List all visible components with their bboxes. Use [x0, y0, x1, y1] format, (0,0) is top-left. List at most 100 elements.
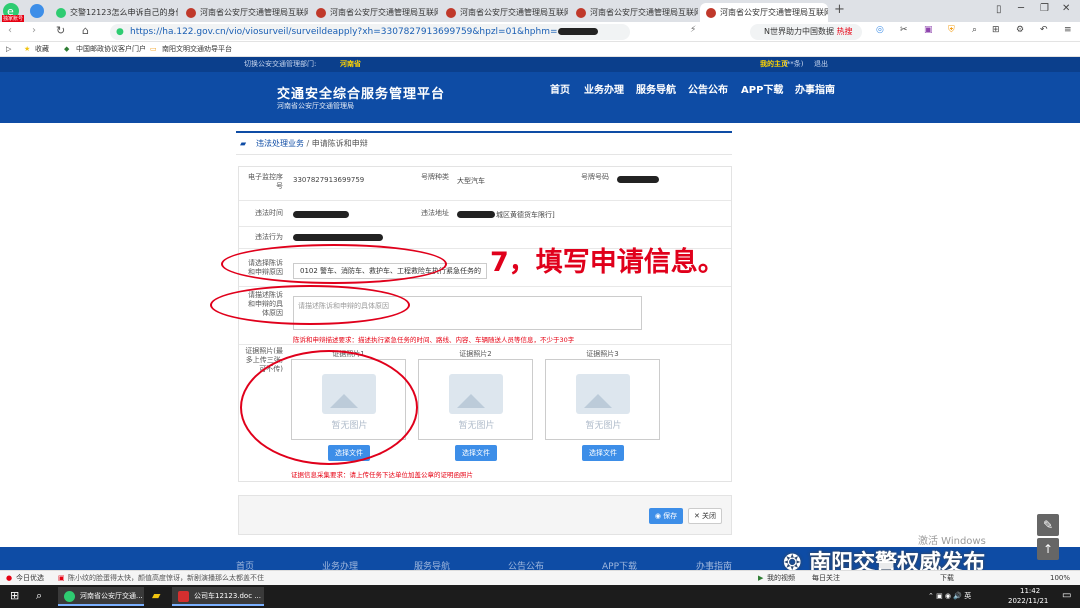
tab-5[interactable]: 河南省公安厅交通管理局互联网	[570, 3, 698, 22]
photo-3-preview: 暂无图片	[545, 359, 660, 440]
clock-time[interactable]: 11:42	[1020, 587, 1040, 595]
tab-favicon	[576, 7, 586, 18]
clock-date[interactable]: 2022/11/21	[1008, 597, 1048, 605]
sidebar-toggle-icon[interactable]: ▷	[6, 42, 11, 57]
photo-hint: 证据信息采集要求：请上传任务下达单位加盖公章的证明函照片	[291, 471, 473, 479]
search-box[interactable]: N世界助力中国数据 热搜	[750, 24, 862, 40]
logout-link[interactable]: 退出	[814, 57, 828, 72]
windows-start-icon[interactable]: ⊞	[10, 589, 19, 602]
tab-list-icon[interactable]: ▯	[996, 4, 1002, 15]
feedback-edit-icon[interactable]: ✎	[1037, 514, 1059, 536]
tab-group-icon[interactable]	[30, 4, 44, 18]
close-button[interactable]: ✕ 关闭	[688, 508, 722, 524]
status-left-text[interactable]: 今日优选	[16, 571, 44, 585]
tab-label: 交警12123怎么申诉自己的身份	[70, 8, 178, 17]
photo-2-caption: 证据照片2	[459, 350, 492, 358]
plate-no-label: 号牌号码	[581, 173, 609, 181]
surveil-no-label: 电子监控序号	[248, 173, 283, 190]
settings-icon[interactable]: ⚙	[1016, 25, 1024, 35]
tab-3[interactable]: 河南省公安厅交通管理局互联网	[310, 3, 438, 22]
translate-icon[interactable]: ◎	[876, 25, 884, 35]
tab-label: 河南省公安厅交通管理局互联网	[460, 8, 568, 17]
file-explorer-icon[interactable]: ▰	[152, 589, 160, 602]
vio-act-label: 违法行为	[255, 233, 283, 241]
save-button[interactable]: ◉ 保存	[649, 508, 683, 524]
status-news[interactable]: 陈小纹的脸蛋得太快，颜值高度惊讶，新剧演播那么太都盖不住	[68, 571, 264, 585]
bookmarks-bar: ▷ ★ 收藏 ◆ 中国邮政协议客户门户 ▭ 南阳文明交通劝导平台	[0, 42, 1080, 57]
photo-2-choose-button[interactable]: 选择文件	[455, 445, 497, 461]
maximize-icon[interactable]: ❐	[1040, 3, 1049, 14]
forward-icon[interactable]: ›	[32, 25, 36, 36]
grid-icon[interactable]: ⊞	[992, 25, 1000, 35]
bookmark-favorites[interactable]: 收藏	[35, 42, 49, 57]
back-to-top-icon[interactable]: ↑	[1037, 538, 1059, 560]
minimize-icon[interactable]: ─	[1018, 3, 1024, 14]
tab-4[interactable]: 河南省公安厅交通管理局互联网	[440, 3, 568, 22]
taskbar-browser[interactable]: 河南省公安厅交通...	[58, 587, 144, 606]
notification-icon[interactable]: ▭	[1062, 590, 1071, 601]
browser-tab-bar: e 独家账号 交警12123怎么申诉自己的身份 河南省公安厅交通管理局互联网 河…	[0, 0, 1080, 22]
tab-6-active[interactable]: 河南省公安厅交通管理局互联网✕	[700, 3, 828, 22]
menu-icon[interactable]: ≡	[1064, 25, 1072, 35]
switch-dept-label: 切换公安交通管理部门:	[244, 60, 317, 68]
apps-icon[interactable]: ▣	[924, 25, 933, 35]
back-icon[interactable]: ‹	[8, 25, 12, 36]
search-icon[interactable]: ⌕	[972, 25, 977, 35]
nav-app-download[interactable]: APP下载	[741, 81, 783, 96]
redacted-plate	[557, 28, 598, 35]
surveil-no-value: 3307827913699759	[293, 176, 365, 184]
nav-guide[interactable]: 办事指南	[795, 81, 835, 96]
taskbar-task-label: 河南省公安厅交通...	[80, 592, 143, 600]
save-label: 保存	[663, 512, 678, 520]
status-follow[interactable]: 每日关注	[812, 571, 840, 585]
status-zoom[interactable]: 100%	[1050, 571, 1070, 585]
tab-1[interactable]: 交警12123怎么申诉自己的身份	[50, 3, 178, 22]
annotation-step-text: 7，填写申请信息。	[490, 247, 725, 278]
nav-service-guide[interactable]: 服务导航	[636, 81, 676, 96]
site-header: 切换公安交通管理部门: 河南省 我的主页 (**条) 退出 交通安全综合服务管理…	[0, 57, 1080, 123]
lock-icon: ●	[116, 27, 124, 37]
nav-home[interactable]: 首页	[550, 81, 570, 96]
bookmark-nanyang[interactable]: 南阳文明交通劝导平台	[162, 42, 232, 57]
address-toolbar: ‹ › ↻ ⌂ ● https://ha.122.gov.cn/vio/vios…	[0, 22, 1080, 42]
tab-label: 河南省公安厅交通管理局互联网	[590, 8, 698, 17]
undo-icon[interactable]: ↶	[1040, 25, 1048, 35]
tab-label: 河南省公安厅交通管理局互联网	[200, 8, 308, 17]
close-window-icon[interactable]: ✕	[1062, 3, 1070, 14]
reload-icon[interactable]: ↻	[56, 24, 65, 37]
image-placeholder-icon	[576, 374, 630, 414]
taskbar-wps[interactable]: 公司车12123.doc ...	[172, 587, 264, 606]
home-icon[interactable]: ⌂	[82, 24, 89, 37]
redacted-act	[293, 234, 383, 241]
region-switch-link[interactable]: 河南省	[340, 57, 361, 72]
nav-business[interactable]: 业务办理	[584, 81, 624, 96]
shield-icon[interactable]: ⛨	[948, 25, 955, 35]
photo-3-choose-button[interactable]: 选择文件	[582, 445, 624, 461]
photo-2-preview: 暂无图片	[418, 359, 533, 440]
nav-announcements[interactable]: 公告公布	[688, 81, 728, 96]
detail-hint: 陈诉和申辩描述要求：描述执行紧急任务的时间、路线、内容、车辆随送人员等信息，不少…	[293, 336, 575, 344]
annotation-ellipse-reason	[221, 244, 447, 284]
scissors-icon[interactable]: ✂	[900, 25, 908, 35]
tab-label: 河南省公安厅交通管理局互联网	[330, 8, 438, 17]
status-download[interactable]: 下载	[940, 571, 954, 585]
form-actions: ◉ 保存 ✕ 关闭	[238, 495, 732, 535]
browser-status-bar: ● 今日优选 ▣ 陈小纹的脸蛋得太快，颜值高度惊讶，新剧演播那么太都盖不住 ▶ …	[0, 570, 1080, 585]
site-subtitle: 河南省公安厅交通管理局	[277, 102, 354, 110]
bookmark-post[interactable]: 中国邮政协议客户门户	[76, 42, 146, 57]
status-dot-icon: ●	[6, 574, 13, 582]
browser-badge: 独家账号	[2, 15, 25, 22]
breadcrumb-section[interactable]: 违法处理业务	[256, 139, 304, 148]
vio-place-label: 违法地址	[421, 209, 449, 217]
tab-2[interactable]: 河南省公安厅交通管理局互联网	[180, 3, 308, 22]
status-video[interactable]: 我的视频	[767, 571, 795, 585]
extension-icon[interactable]: ⚡	[690, 25, 696, 35]
redacted-plate-no	[617, 176, 659, 183]
taskbar-search-icon[interactable]: ⌕	[36, 589, 42, 603]
os-taskbar: ⊞ ⌕ 河南省公安厅交通... ▰ 公司车12123.doc ... ⌃ ▣ ◉…	[0, 585, 1080, 608]
new-tab-icon[interactable]: +	[834, 2, 845, 17]
url-input[interactable]: ● https://ha.122.gov.cn/vio/viosurveil/s…	[110, 24, 630, 40]
photo-2-empty: 暂无图片	[458, 421, 495, 431]
tray-icons[interactable]: ⌃ ▣ ◉ 🔊 英	[928, 591, 971, 601]
breadcrumb-current: 申请陈诉和申辩	[311, 139, 368, 148]
